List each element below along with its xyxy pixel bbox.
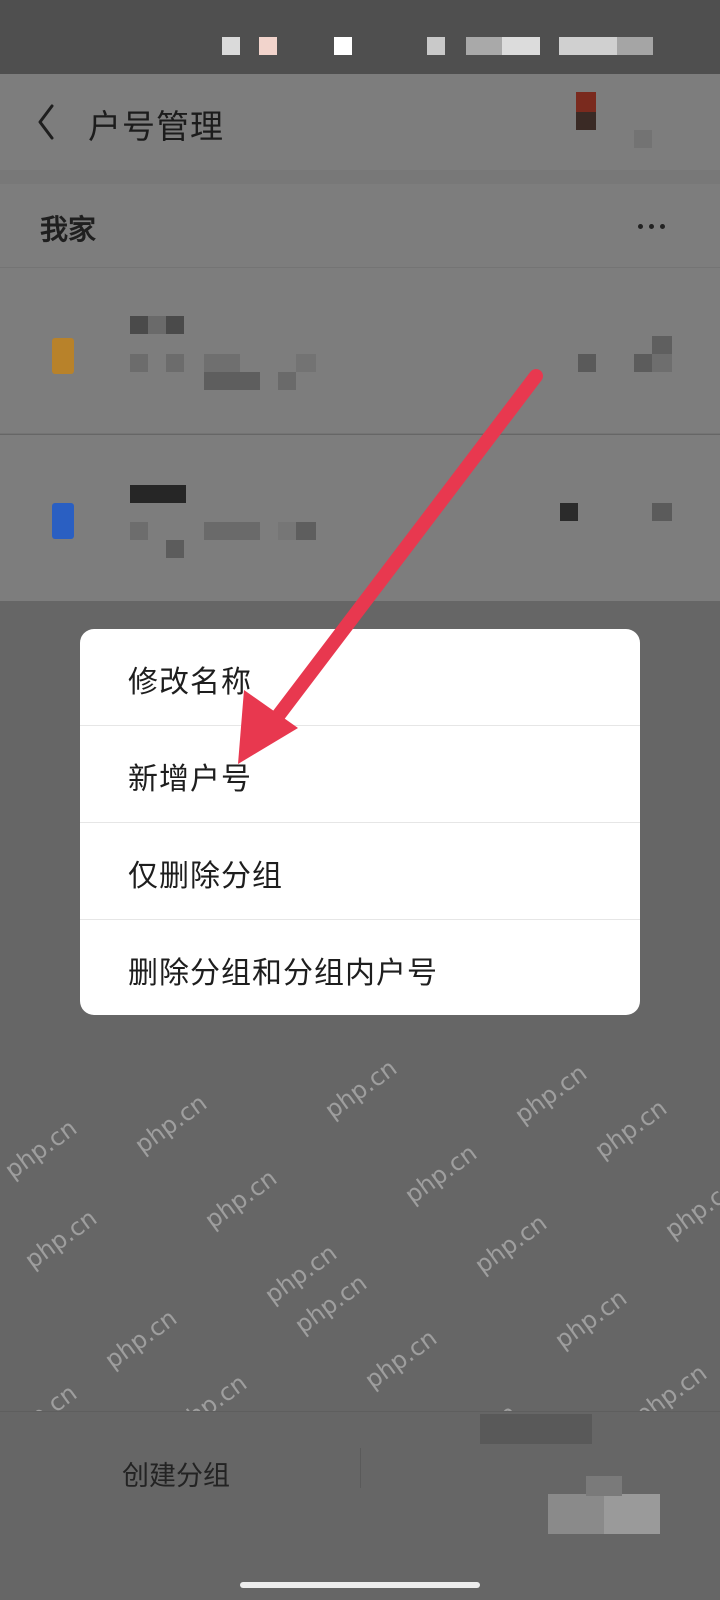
header-right-icon[interactable]	[576, 92, 596, 112]
bottom-bar: 创建分组	[0, 1411, 720, 1600]
more-button[interactable]	[626, 208, 678, 244]
menu-item-rename[interactable]: 修改名称	[80, 629, 640, 725]
menu-item-delete-group-only[interactable]: 仅删除分组	[80, 823, 640, 919]
chevron-left-icon	[38, 104, 54, 140]
menu-item-label: 仅删除分组	[128, 859, 283, 894]
bottom-bar-divider	[360, 1448, 361, 1488]
bottom-bar-right-button[interactable]	[480, 1414, 592, 1444]
home-indicator[interactable]	[240, 1582, 480, 1588]
account-row[interactable]	[0, 435, 720, 601]
section-gap	[0, 170, 720, 184]
menu-item-label: 新增户号	[128, 762, 252, 797]
group-header: 我家	[0, 184, 720, 268]
account-row[interactable]	[0, 268, 720, 434]
menu-item-delete-group-and-accounts[interactable]: 删除分组和分组内户号	[80, 920, 640, 1015]
account-icon	[52, 338, 74, 374]
top-bar: 户号管理	[0, 74, 720, 170]
menu-item-add-account[interactable]: 新增户号	[80, 726, 640, 822]
group-name: 我家	[40, 213, 97, 246]
account-icon	[52, 503, 74, 539]
more-horizontal-icon	[638, 224, 643, 229]
menu-item-label: 删除分组和分组内户号	[128, 956, 438, 991]
page-title: 户号管理	[88, 107, 224, 146]
group-action-menu: 修改名称 新增户号 仅删除分组 删除分组和分组内户号	[80, 629, 640, 1015]
menu-item-label: 修改名称	[128, 665, 252, 700]
create-group-button[interactable]: 创建分组	[122, 1454, 230, 1493]
back-button[interactable]	[24, 96, 72, 148]
status-bar	[0, 0, 720, 74]
